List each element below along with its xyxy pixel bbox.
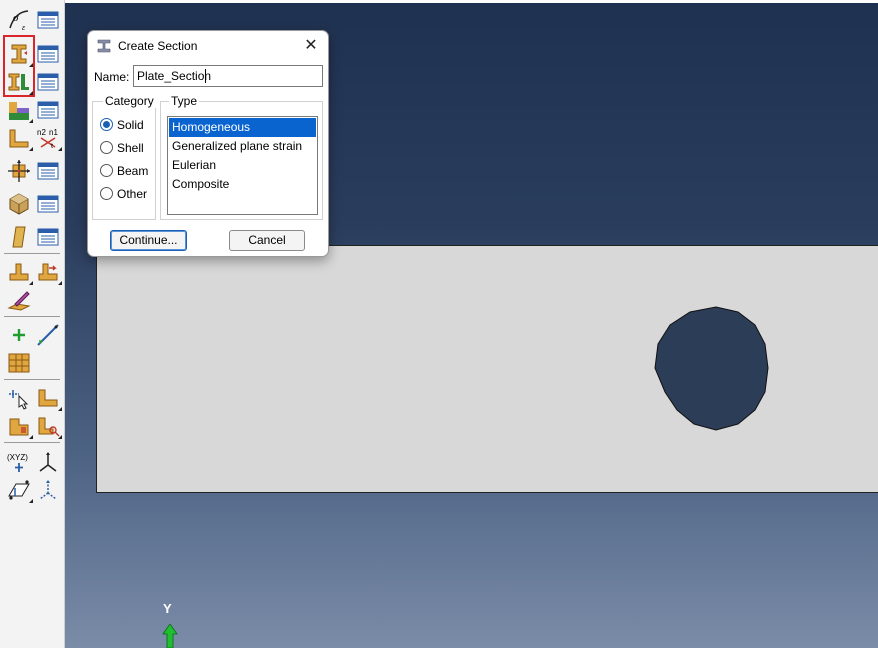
- category-beam-radio[interactable]: [100, 164, 113, 177]
- svg-text:(XYZ): (XYZ): [7, 453, 28, 462]
- part-manager-icon[interactable]: [36, 192, 60, 216]
- text-cursor-icon: [205, 69, 206, 83]
- shell-manager-icon[interactable]: [36, 225, 60, 249]
- category-shell-radio[interactable]: [100, 141, 113, 154]
- csys-create-icon[interactable]: [36, 450, 60, 474]
- close-icon[interactable]: ✕: [300, 35, 322, 57]
- name-label: Name:: [94, 70, 130, 84]
- composite-layup-icon[interactable]: [7, 288, 31, 312]
- edge-tool-icon[interactable]: [36, 386, 62, 411]
- toolbox-separator: [4, 442, 60, 443]
- beam-orientation-icon[interactable]: [7, 126, 33, 151]
- svg-text:t: t: [51, 143, 53, 150]
- csys-plane-icon[interactable]: [7, 478, 33, 503]
- svg-text:σ: σ: [13, 12, 19, 24]
- category-solid-label[interactable]: Solid: [117, 118, 144, 132]
- category-other-radio[interactable]: [100, 187, 113, 200]
- csys-transform-icon[interactable]: [36, 478, 60, 502]
- datum-point-icon[interactable]: [7, 323, 31, 347]
- section-assignment-manager-icon[interactable]: [36, 70, 60, 94]
- section-name-input[interactable]: [133, 65, 323, 87]
- type-item-generalized-plane-strain[interactable]: Generalized plane strain: [169, 137, 316, 156]
- face-tool-icon[interactable]: [7, 414, 33, 439]
- profile-create-icon[interactable]: [7, 98, 33, 123]
- category-solid-radio[interactable]: [100, 118, 113, 131]
- axis-y-label: Y: [163, 601, 172, 616]
- material-create-icon[interactable]: σε: [7, 8, 31, 32]
- create-section-dialog: Create Section ✕ Name: Category Solid Sh…: [87, 30, 329, 257]
- type-item-composite[interactable]: Composite: [169, 175, 316, 194]
- orientation-manager-icon[interactable]: [36, 159, 60, 183]
- type-list[interactable]: Homogeneous Generalized plane strain Eul…: [167, 116, 318, 215]
- type-item-eulerian[interactable]: Eulerian: [169, 156, 316, 175]
- svg-text:n2: n2: [37, 128, 46, 137]
- cell-tool-icon[interactable]: [36, 414, 62, 439]
- type-group-label: Type: [169, 94, 200, 108]
- left-toolbox: σε n2 n1 t (XYZ): [0, 0, 65, 648]
- normal-flip-icon[interactable]: n2 n1 t: [36, 126, 62, 151]
- material-orientation-icon[interactable]: [7, 159, 31, 183]
- type-item-homogeneous[interactable]: Homogeneous: [169, 118, 316, 137]
- category-shell-label[interactable]: Shell: [117, 141, 144, 155]
- type-group: Type Homogeneous Generalized plane strai…: [160, 94, 323, 220]
- section-manager-icon[interactable]: [36, 42, 60, 66]
- toolbox-separator: [4, 316, 60, 317]
- stringer-create-icon[interactable]: [36, 260, 62, 285]
- continue-button[interactable]: Continue...: [110, 230, 187, 251]
- svg-text:ε: ε: [22, 23, 26, 32]
- section-dialog-icon: [97, 39, 111, 53]
- viewport-top-border: [65, 0, 878, 3]
- category-group: Category Solid Shell Beam Other: [92, 94, 156, 220]
- solid-part-icon[interactable]: [7, 192, 31, 216]
- dialog-titlebar[interactable]: Create Section ✕: [88, 31, 328, 61]
- cancel-button[interactable]: Cancel: [229, 230, 305, 251]
- material-manager-icon[interactable]: [36, 8, 60, 32]
- category-group-label: Category: [103, 94, 156, 108]
- dialog-title: Create Section: [118, 39, 198, 53]
- skin-create-icon[interactable]: [7, 260, 33, 285]
- highlight-box: [3, 35, 35, 97]
- category-other-label[interactable]: Other: [117, 187, 147, 201]
- query-pick-icon[interactable]: [7, 386, 31, 410]
- coordinate-xyz-icon[interactable]: (XYZ): [7, 450, 31, 474]
- profile-manager-icon[interactable]: [36, 98, 60, 122]
- partition-grid-icon[interactable]: [7, 351, 31, 375]
- datum-axis-icon[interactable]: [36, 323, 60, 347]
- category-beam-label[interactable]: Beam: [117, 164, 148, 178]
- svg-text:n1: n1: [49, 128, 58, 137]
- toolbox-separator: [4, 253, 60, 254]
- axis-y-arrow: [162, 624, 178, 648]
- shell-part-icon[interactable]: [7, 225, 31, 249]
- toolbox-separator: [4, 379, 60, 380]
- hole-circle: [654, 306, 769, 431]
